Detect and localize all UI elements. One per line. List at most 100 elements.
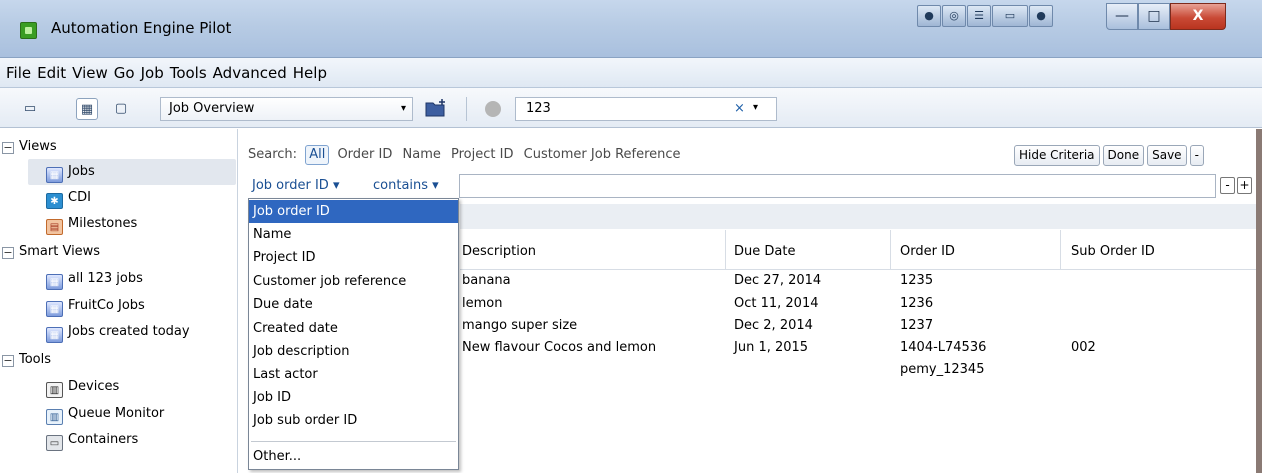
search-label: Search:: [248, 147, 298, 162]
grid-view-icon[interactable]: ▦: [76, 98, 98, 120]
dropdown-option-project-id[interactable]: Project ID: [249, 246, 458, 269]
window-controls: — □ X: [1106, 3, 1226, 30]
containers-icon: ▭: [46, 435, 63, 451]
pilot-button[interactable]: ▭: [992, 5, 1028, 27]
search-scope-name[interactable]: Name: [403, 147, 441, 162]
remove-criteria-button[interactable]: -: [1220, 177, 1235, 194]
sidebar-group-views[interactable]: − Views: [2, 135, 57, 159]
search-scope-all[interactable]: All: [305, 145, 330, 165]
single-pane-view-icon[interactable]: ▭: [19, 98, 41, 120]
search-scope-customer-job-reference[interactable]: Customer Job Reference: [524, 147, 681, 162]
job-folder-icon[interactable]: [425, 98, 449, 118]
cell-order-id: 1237: [900, 318, 934, 333]
add-criteria-button[interactable]: +: [1237, 177, 1252, 194]
pilot-button[interactable]: ●: [917, 5, 941, 27]
table-header: Description Due Date Order ID Sub Order …: [460, 230, 1257, 270]
collapse-icon[interactable]: −: [2, 247, 14, 259]
menu-tools[interactable]: Tools: [170, 64, 207, 82]
dropdown-option-job-sub-order-id[interactable]: Job sub order ID: [249, 409, 458, 432]
menu-view[interactable]: View: [72, 64, 108, 82]
menu-go[interactable]: Go: [114, 64, 135, 82]
column-divider[interactable]: [725, 230, 726, 270]
window-title: Automation Engine Pilot: [51, 19, 232, 37]
dropdown-option-created-date[interactable]: Created date: [249, 317, 458, 340]
save-button[interactable]: Save: [1147, 145, 1187, 166]
menu-bar: File Edit View Go Job Tools Advanced Hel…: [0, 58, 1262, 88]
collapse-icon[interactable]: −: [2, 142, 14, 154]
queue-monitor-icon: ▥: [46, 409, 63, 425]
toolbar: ▭ ▦ ▢ Job Overview ▾ 123 × ▾: [0, 88, 1262, 128]
cell-description: New flavour Cocos and lemon: [462, 340, 657, 355]
sidebar-item-cdi[interactable]: ✱ CDI: [46, 186, 91, 210]
view-select-value: Job Overview: [169, 101, 255, 116]
dropdown-separator: [251, 441, 456, 442]
dropdown-option-customer-job-reference[interactable]: Customer job reference: [249, 270, 458, 293]
criteria-value-input[interactable]: [459, 174, 1216, 198]
chevron-down-icon: ▾: [400, 103, 406, 114]
sidebar-item-fruitco-jobs[interactable]: ▦ FruitCo Jobs: [46, 294, 145, 318]
column-description[interactable]: Description: [462, 244, 536, 259]
dropdown-option-other[interactable]: Other...: [249, 445, 458, 468]
menu-job[interactable]: Job: [141, 64, 164, 82]
sidebar-item-all-123-jobs[interactable]: ▦ all 123 jobs: [46, 267, 143, 291]
sidebar-item-containers[interactable]: ▭ Containers: [46, 428, 138, 452]
menu-advanced[interactable]: Advanced: [213, 64, 287, 82]
column-divider[interactable]: [1060, 230, 1061, 270]
sidebar-item-label: Jobs: [68, 164, 95, 179]
criteria-field-select[interactable]: Job order ID ▾: [252, 174, 339, 198]
jobs-icon: ▦: [46, 274, 63, 290]
cell-due-date: Oct 11, 2014: [734, 296, 819, 311]
view-select[interactable]: Job Overview ▾: [160, 97, 413, 121]
panel-view-icon[interactable]: ▢: [110, 98, 132, 120]
menu-help[interactable]: Help: [293, 64, 327, 82]
maximize-button[interactable]: □: [1138, 3, 1170, 30]
search-scope-project-id[interactable]: Project ID: [451, 147, 513, 162]
sidebar-group-smart-views[interactable]: − Smart Views: [2, 240, 100, 264]
column-order-id[interactable]: Order ID: [900, 244, 955, 259]
done-button[interactable]: Done: [1102, 145, 1145, 166]
pilot-button[interactable]: ●: [1029, 5, 1053, 27]
collapse-icon[interactable]: −: [2, 355, 14, 367]
dropdown-option-last-actor[interactable]: Last actor: [249, 363, 458, 386]
minimize-button[interactable]: —: [1106, 3, 1138, 30]
dropdown-option-job-id[interactable]: Job ID: [249, 386, 458, 409]
sidebar-item-label: CDI: [68, 190, 91, 205]
criteria-operator-select[interactable]: contains ▾: [373, 174, 439, 198]
sidebar-item-devices[interactable]: ▥ Devices: [46, 375, 119, 399]
column-sub-order-id[interactable]: Sub Order ID: [1071, 244, 1155, 259]
sidebar-item-label: Devices: [68, 379, 120, 394]
chevron-down-icon[interactable]: ▾: [753, 102, 758, 113]
close-button[interactable]: X: [1170, 3, 1226, 30]
column-due-date[interactable]: Due Date: [734, 244, 795, 259]
sidebar: − Views ▦ Jobs ✱ CDI ▤ Milestones − Smart Vie…: [0, 129, 238, 473]
dropdown-option-job-order-id[interactable]: Job order ID: [249, 200, 458, 223]
sidebar-item-jobs-created-today[interactable]: ▦ Jobs created today: [46, 320, 190, 344]
sidebar-item-label: Jobs created today: [68, 324, 190, 339]
sidebar-group-tools[interactable]: − Tools: [2, 348, 51, 372]
cdi-icon: ✱: [46, 193, 63, 209]
jobs-icon: ▦: [46, 327, 63, 343]
pilot-button[interactable]: ◎: [942, 5, 966, 27]
jobs-icon: ▦: [46, 301, 63, 317]
hide-criteria-button[interactable]: Hide Criteria: [1014, 145, 1100, 166]
cell-due-date: Jun 1, 2015: [734, 340, 809, 355]
clear-icon[interactable]: ×: [734, 101, 745, 116]
cell-description: mango super size: [462, 318, 578, 333]
collapse-criteria-button[interactable]: -: [1189, 145, 1204, 166]
devices-icon: ▥: [46, 382, 63, 398]
dropdown-option-due-date[interactable]: Due date: [249, 293, 458, 316]
search-scope-order-id[interactable]: Order ID: [337, 147, 392, 162]
pilot-button[interactable]: ☰: [967, 5, 991, 27]
dropdown-option-job-description[interactable]: Job description: [249, 340, 458, 363]
cell-description: banana: [462, 273, 511, 288]
sidebar-item-milestones[interactable]: ▤ Milestones: [46, 212, 137, 236]
menu-file[interactable]: File: [6, 64, 31, 82]
window-edge: [1256, 129, 1262, 473]
dropdown-option-name[interactable]: Name: [249, 223, 458, 246]
menu-edit[interactable]: Edit: [37, 64, 66, 82]
sidebar-item-jobs[interactable]: ▦ Jobs: [46, 160, 95, 184]
criteria-row: Job order ID ▾ contains ▾ - +: [252, 174, 1252, 198]
column-divider[interactable]: [890, 230, 891, 270]
sidebar-item-queue-monitor[interactable]: ▥ Queue Monitor: [46, 402, 164, 426]
sidebar-group-label: Tools: [19, 352, 52, 367]
